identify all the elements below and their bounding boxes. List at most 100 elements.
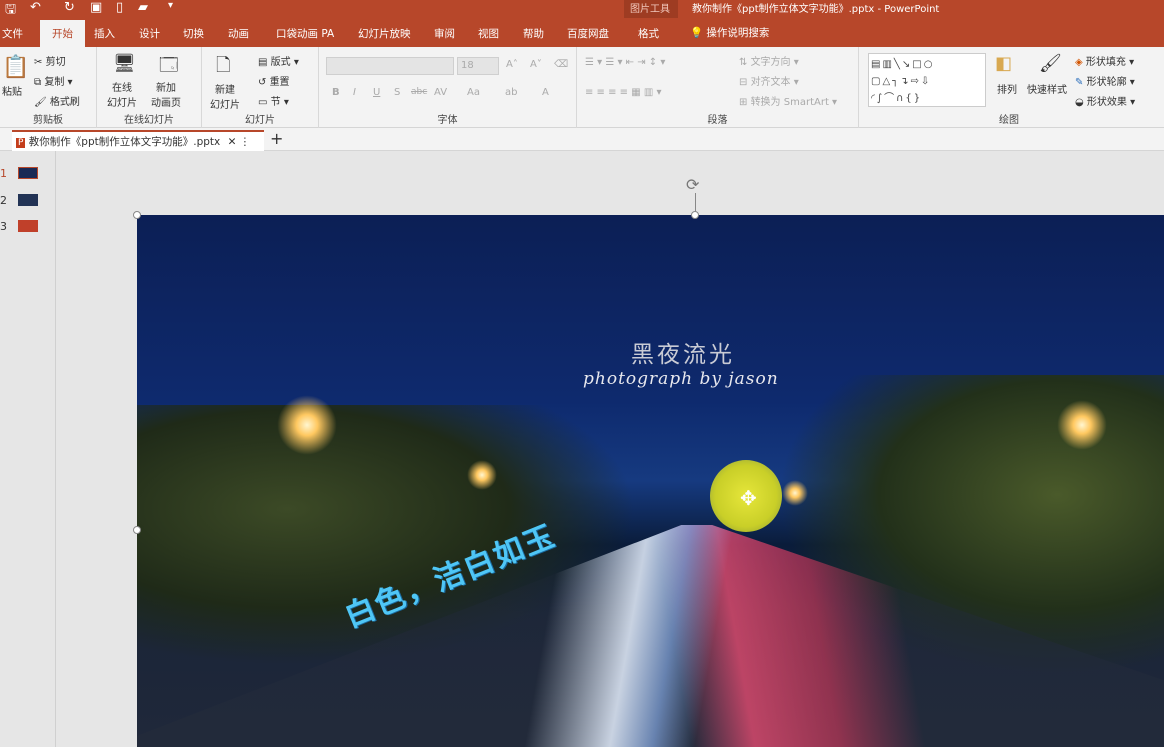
slide-canvas[interactable]: 黑夜流光 photograph by jason 白色，洁白如玉 (137, 215, 1164, 747)
slide-number: 3 (0, 220, 7, 233)
undo-icon[interactable]: ↶ (30, 0, 41, 15)
tab-slideshow[interactable]: 幻灯片放映 (358, 26, 411, 41)
group-clipboard: 📋 粘贴 ✂ 剪切 ⧉ 复制 ▾ 🖌 格式刷 剪贴板 (0, 47, 97, 128)
document-tab[interactable]: P 教你制作《ppt制作立体文字功能》.pptx ✕ ⋮ (12, 130, 264, 151)
window-title: 教你制作《ppt制作立体文字功能》.pptx - PowerPoint (692, 4, 940, 15)
shape-outline-label: 形状轮廓 (1086, 77, 1127, 88)
tab-help[interactable]: 帮助 (523, 26, 544, 41)
pen-icon: ✎ (1075, 77, 1084, 88)
font-size-dropdown[interactable]: 18 (457, 57, 499, 75)
ribbon-tabs: 文件 开始 插入 设计 切换 动画 口袋动画 PA 幻灯片放映 审阅 视图 帮助… (0, 18, 1164, 47)
bullets-icon[interactable]: ☰ ▾ ☰ ▾ ⇤ ⇥ ↕ ▾ (585, 57, 665, 68)
font-name-dropdown[interactable] (326, 57, 454, 75)
resize-handle[interactable] (133, 211, 141, 219)
new-slide-icon: 🗋 (216, 55, 231, 76)
align-text-label: 对齐文本 (750, 77, 791, 88)
format-painter-button[interactable]: 🖌 格式刷 (34, 93, 80, 108)
scissors-icon: ✂ (34, 57, 43, 68)
convert-smartart-button[interactable]: ⊞ 转换为 SmartArt ▾ (739, 93, 837, 108)
street-lamp (1057, 400, 1107, 450)
tab-transitions[interactable]: 切换 (183, 26, 204, 41)
shrink-font-icon[interactable]: A˅ (530, 59, 542, 70)
group-slides: 🗋 新建 幻灯片 ▤ 版式 ▾ ↺ 重置 ▭ 节 ▾ 幻灯片 (202, 47, 319, 128)
grow-font-icon[interactable]: A˄ (506, 59, 518, 70)
quick-styles-button[interactable]: 快速样式 (1027, 81, 1067, 96)
slide-thumbnail[interactable]: 1 (0, 167, 38, 180)
smartart-label: 转换为 SmartArt (750, 97, 829, 108)
title-bar: 🖫 ↶ ↻ ▣ ▯ ▰ ▾ (0, 0, 1164, 18)
slide-thumbnails: 1 2 3 (0, 151, 56, 747)
new-tab-button[interactable]: + (270, 129, 283, 148)
online-slides-button[interactable]: 在线 幻灯片 (107, 79, 137, 109)
ribbon: 📋 粘贴 ✂ 剪切 ⧉ 复制 ▾ 🖌 格式刷 剪贴板 在线 幻灯片 新加 动画页… (0, 47, 1164, 128)
highlight-icon[interactable]: ab (505, 87, 517, 98)
tab-animations[interactable]: 动画 (228, 26, 249, 41)
tab-pocket-animation[interactable]: 口袋动画 PA (276, 26, 334, 41)
slide-thumbnail[interactable]: 3 (0, 220, 38, 233)
close-tab-icon[interactable]: ✕ (228, 136, 237, 148)
slide-preview (18, 194, 38, 206)
tab-design[interactable]: 设计 (139, 26, 160, 41)
reset-button[interactable]: ↺ 重置 (258, 73, 290, 88)
copy-label: 复制 (44, 77, 65, 88)
open-folder-icon[interactable]: ▰ (138, 0, 148, 15)
slideshow-icon[interactable]: ▣ (90, 0, 102, 15)
shape-outline-button[interactable]: ✎ 形状轮廓 ▾ (1075, 73, 1135, 88)
shape-fill-label: 形状填充 (1085, 57, 1126, 68)
document-tabs: P 教你制作《ppt制作立体文字功能》.pptx ✕ ⋮ + (0, 128, 1164, 151)
align-text-button[interactable]: ⊟ 对齐文本 ▾ (739, 73, 799, 88)
shadow-button[interactable]: S (394, 87, 400, 98)
new-file-icon[interactable]: ▯ (116, 0, 123, 15)
customize-qat-icon[interactable]: ▾ (168, 0, 173, 11)
rotate-handle-icon[interactable]: ⟳ (686, 175, 699, 194)
resize-handle[interactable] (133, 526, 141, 534)
arrange-button[interactable]: 排列 (997, 81, 1017, 96)
slide-title[interactable]: 黑夜流光 (631, 335, 735, 369)
change-case-button[interactable]: Aa (467, 87, 480, 98)
tab-home[interactable]: 开始 (40, 20, 85, 47)
align-icons[interactable]: ≡ ≡ ≡ ≡ ▦ ▥ ▾ (585, 87, 662, 98)
shapes-gallery[interactable]: ▤▥╲↘□○ ▢△┐↴⇨⇩ ◜∫⌒∩{} (868, 53, 986, 107)
more-icon[interactable]: ⋮ (240, 136, 251, 148)
layout-button[interactable]: ▤ 版式 ▾ (258, 53, 299, 68)
text-direction-label: 文字方向 (750, 57, 791, 68)
slide-number: 1 (0, 167, 7, 180)
cut-label: 剪切 (45, 57, 66, 68)
font-color-button[interactable]: A (542, 87, 549, 98)
bold-button[interactable]: B (332, 87, 340, 98)
resize-handle[interactable] (691, 211, 699, 219)
group-label: 在线幻灯片 (124, 115, 174, 126)
powerpoint-icon: P (16, 138, 26, 148)
slide-subtitle[interactable]: photograph by jason (583, 369, 779, 389)
move-cursor-icon: ✥ (740, 486, 757, 510)
strikethrough-button[interactable]: abc (411, 87, 427, 97)
underline-button[interactable]: U (373, 87, 380, 98)
redo-icon[interactable]: ↻ (64, 0, 75, 15)
section-button[interactable]: ▭ 节 ▾ (258, 93, 289, 108)
shape-effects-button[interactable]: ◒ 形状效果 ▾ (1075, 93, 1135, 108)
tab-view[interactable]: 视图 (478, 26, 499, 41)
new-slide-button[interactable]: 新建 幻灯片 (210, 81, 240, 111)
tab-baidu-netdisk[interactable]: 百度网盘 (567, 26, 609, 41)
shape-fill-button[interactable]: ◈ 形状填充 ▾ (1075, 53, 1134, 68)
tab-insert[interactable]: 插入 (94, 26, 115, 41)
group-label: 剪贴板 (33, 115, 63, 126)
street-lamp (782, 480, 808, 506)
char-spacing-button[interactable]: AV (434, 87, 447, 98)
text-direction-button[interactable]: ⇅ 文字方向 ▾ (739, 53, 799, 68)
copy-button[interactable]: ⧉ 复制 ▾ (34, 73, 73, 88)
tab-format[interactable]: 格式 (638, 26, 659, 41)
clear-format-icon[interactable]: ⌫ (554, 59, 568, 70)
cut-button[interactable]: ✂ 剪切 (34, 53, 66, 68)
shape-effects-label: 形状效果 (1086, 97, 1127, 108)
new-animation-page-button[interactable]: 新加 动画页 (151, 79, 181, 109)
paste-button[interactable]: 粘贴 (2, 83, 22, 98)
slide-thumbnail[interactable]: 2 (0, 194, 38, 207)
group-label: 段落 (707, 115, 728, 126)
tab-file[interactable]: 文件 (2, 26, 23, 41)
italic-button[interactable]: I (353, 87, 356, 98)
tab-review[interactable]: 审阅 (434, 26, 455, 41)
tell-me-search[interactable]: 💡 操作说明搜索 (690, 25, 769, 40)
street-lamp (467, 460, 497, 490)
paste-icon[interactable]: 📋 (2, 55, 29, 80)
